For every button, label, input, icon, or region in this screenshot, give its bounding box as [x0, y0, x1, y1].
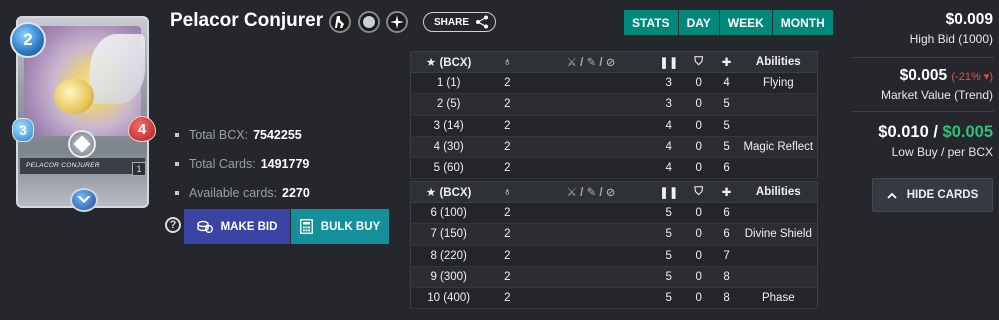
hide-cards-button[interactable]: HIDE CARDS	[872, 178, 993, 212]
mana-column-header: ♁	[486, 51, 529, 73]
health-icon: ✚	[721, 57, 732, 69]
armor-column-header: ⛉	[683, 51, 714, 73]
card-level-badge: 1	[132, 162, 146, 176]
magic-attack-icon	[68, 130, 96, 158]
speed-column-header: ❚❚	[653, 51, 684, 73]
attack-column-header: ⚔ / ✎ / ⊘	[528, 181, 654, 203]
trend-percent: (-21% ▾)	[951, 71, 993, 83]
table-row: 9 (300) 2 5 0 8	[410, 266, 818, 289]
level-column-header: ★ (BCX)	[410, 51, 487, 73]
make-bid-button[interactable]: MAKE BID	[184, 209, 290, 244]
table-row: 7 (150) 2 5 0 6 Divine Shield	[410, 223, 818, 246]
table-header-row: ★ (BCX) ♁ ⚔ / ✎ / ⊘ ❚❚ ⛉ ✚ Abilities	[410, 181, 818, 203]
market-value-row: $0.005 (-21% ▾)	[881, 67, 993, 85]
low-buy-label: Low Buy / per BCX	[891, 145, 993, 159]
low-buy-row: $0.010 / $0.005	[878, 123, 993, 141]
armor-icon: ⛉	[694, 185, 703, 198]
market-value-price: $0.005	[899, 67, 948, 84]
total-cards-item: Total Cards: 1491779	[175, 149, 310, 178]
flying-ability-icon	[70, 188, 98, 212]
market-value-block: $0.005 (-21% ▾) Market Value (Trend)	[881, 67, 993, 102]
abilities-column-header: Abilities	[739, 51, 818, 73]
available-cards-item: Available cards: 2270	[175, 178, 310, 207]
neutral-element-icon	[358, 11, 380, 33]
table-row: 5 (60) 2 4 0 6	[410, 157, 818, 180]
tab-stats[interactable]: STATS	[624, 10, 679, 35]
divider	[852, 111, 994, 112]
make-bid-label: MAKE BID	[220, 220, 278, 233]
attack-types-icon: ⚔ / ✎ / ⊘	[566, 187, 616, 199]
table-row: 1 (1) 2 3 0 4 Flying	[410, 72, 818, 95]
level-stats-table-top: ★ (BCX) ♁ ⚔ / ✎ / ⊘ ❚❚ ⛉ ✚ Abilities 1 (…	[410, 51, 818, 180]
mana-badge: 2	[10, 22, 46, 58]
armor-icon: ⛉	[694, 55, 703, 68]
mana-icon: ♁	[502, 186, 512, 198]
calculator-icon	[299, 219, 313, 234]
speed-icon: ❚❚	[659, 57, 679, 69]
health-badge: 4	[128, 116, 156, 142]
melee-attack-icon	[329, 11, 351, 33]
speed-column-header: ❚❚	[653, 181, 684, 203]
market-value-label: Market Value (Trend)	[880, 88, 993, 102]
star-icon: ★	[425, 187, 437, 199]
card-art-wing	[90, 34, 145, 104]
star-icon: ★	[425, 57, 437, 69]
level-stats-table-bottom: ★ (BCX) ♁ ⚔ / ✎ / ⊘ ❚❚ ⛉ ✚ Abilities 6 (…	[410, 181, 818, 310]
table-row: 3 (14) 2 4 0 5	[410, 115, 818, 137]
tab-month[interactable]: MONTH	[772, 10, 833, 35]
total-bcx-item: Total BCX: 7542255	[175, 120, 310, 149]
tab-day[interactable]: DAY	[678, 10, 720, 35]
low-buy-block: $0.010 / $0.005 Low Buy / per BCX	[878, 123, 993, 159]
card-name-banner: PELACOR CONJURER	[20, 158, 145, 174]
mana-icon: ♁	[502, 56, 512, 68]
total-bcx-value: 7542255	[253, 127, 302, 142]
card-art-orb	[54, 78, 94, 114]
health-column-header: ✚	[713, 181, 740, 203]
table-row: 6 (100) 2 5 0 6	[410, 202, 818, 225]
available-cards-value: 2270	[282, 185, 310, 200]
health-icon: ✚	[721, 187, 732, 199]
attack-types-icon: ⚔ / ✎ / ⊘	[566, 57, 616, 69]
help-icon[interactable]: ?	[165, 217, 181, 233]
bulk-buy-button[interactable]: BULK BUY	[291, 209, 389, 244]
hide-cards-label: HIDE CARDS	[906, 189, 979, 201]
chevron-up-icon	[887, 192, 897, 199]
high-bid-price: $0.009	[945, 11, 993, 28]
health-column-header: ✚	[713, 51, 740, 73]
share-button[interactable]: SHARE	[423, 12, 497, 32]
total-cards-value: 1491779	[260, 156, 310, 171]
table-row: 10 (400) 2 5 0 8 Phase	[410, 287, 818, 310]
bulk-buy-label: BULK BUY	[320, 220, 381, 233]
table-row: 8 (220) 2 5 0 7	[410, 245, 818, 267]
chart-tabs: STATS DAY WEEK MONTH	[624, 10, 833, 35]
speed-badge: 3	[12, 118, 34, 142]
table-row: 2 (5) 2 3 0 5	[410, 93, 818, 116]
armor-column-header: ⛉	[683, 181, 714, 203]
card-image: 2 3 4 PELACOR CONJURER 1	[10, 12, 156, 212]
table-header-row: ★ (BCX) ♁ ⚔ / ✎ / ⊘ ❚❚ ⛉ ✚ Abilities	[410, 51, 818, 73]
low-buy-price: $0.010	[878, 123, 929, 141]
mana-column-header: ♁	[486, 181, 529, 203]
high-bid-label: High Bid (1000)	[909, 32, 993, 46]
rarity-icon	[386, 11, 408, 33]
divider	[852, 57, 994, 58]
abilities-column-header: Abilities	[739, 181, 818, 203]
card-title: Pelacor Conjurer	[170, 10, 324, 31]
speed-icon: ❚❚	[659, 187, 679, 199]
share-icon	[476, 15, 489, 29]
high-bid-block: $0.009 High Bid (1000)	[910, 11, 993, 46]
card-stats-list: Total BCX: 7542255 Total Cards: 1491779 Av…	[175, 120, 310, 207]
table-row: 4 (30) 2 4 0 5 Magic Reflect	[410, 136, 818, 159]
level-column-header: ★ (BCX)	[410, 181, 487, 203]
tab-week[interactable]: WEEK	[719, 10, 773, 35]
share-label: SHARE	[434, 16, 470, 28]
coins-icon	[196, 220, 213, 233]
trend-down-icon: ▾	[983, 71, 990, 83]
per-bcx-price: $0.005	[942, 123, 993, 141]
attack-column-header: ⚔ / ✎ / ⊘	[528, 51, 654, 73]
